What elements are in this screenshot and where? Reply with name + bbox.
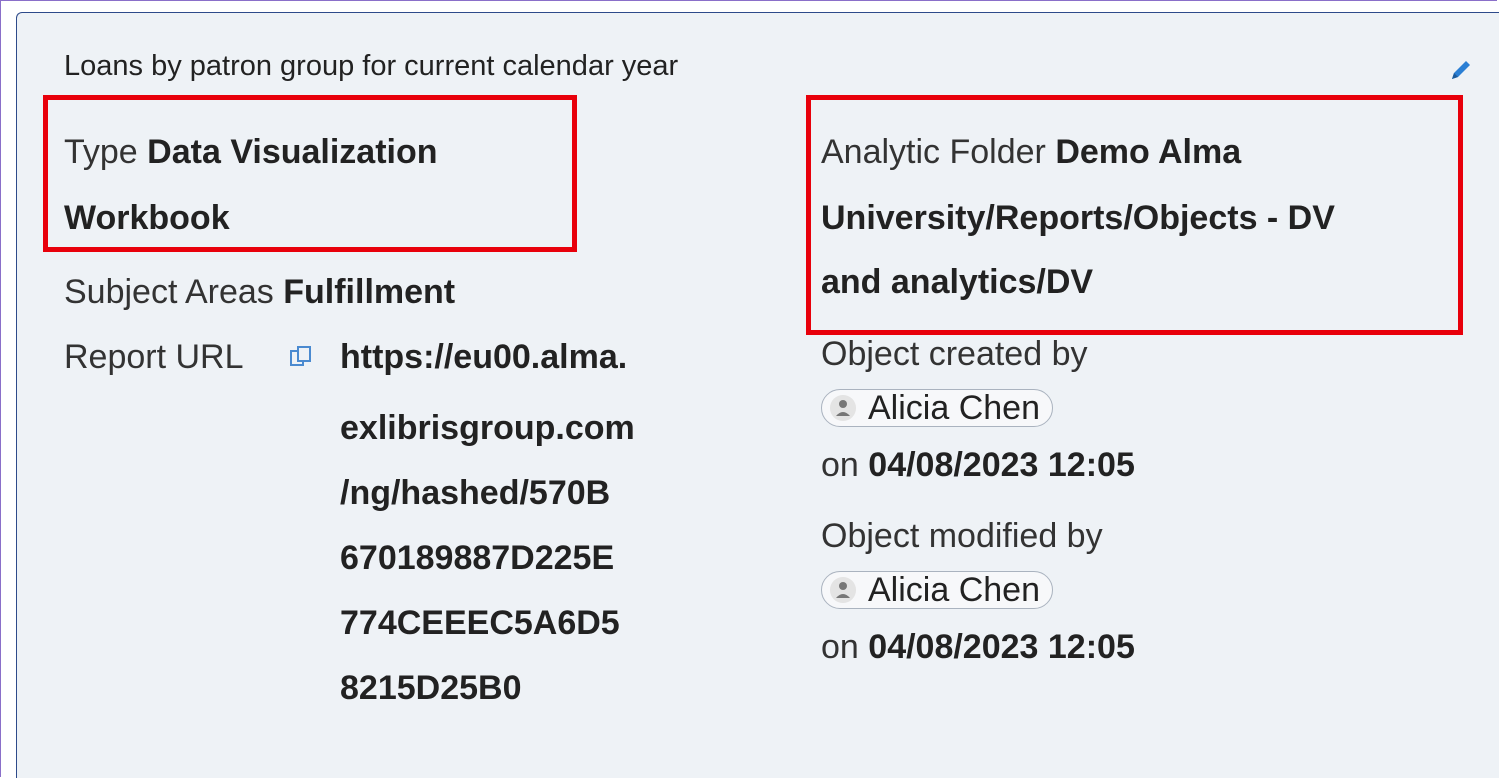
object-created-label: Object created by	[821, 335, 1088, 373]
type-highlight-box	[43, 95, 577, 252]
user-icon	[830, 577, 856, 603]
report-url-line[interactable]: 670189887D225E	[340, 538, 614, 578]
created-on-value: 04/08/2023 12:05	[868, 446, 1135, 484]
subject-areas-value: Fulfillment	[283, 273, 456, 311]
report-url-label-row: Report URL	[64, 337, 244, 377]
pencil-icon[interactable]	[1446, 55, 1476, 85]
created-on-label: on	[821, 446, 859, 484]
subject-areas-row: Subject Areas Fulfillment	[64, 272, 455, 312]
report-url-line[interactable]: exlibrisgroup.com	[340, 408, 635, 448]
created-by-user-name: Alicia Chen	[868, 389, 1040, 427]
object-modified-label: Object modified by	[821, 517, 1103, 555]
report-url-line[interactable]: https://eu00.alma.	[340, 337, 627, 377]
user-icon	[830, 395, 856, 421]
analytic-folder-highlight-box	[806, 95, 1463, 335]
modified-on-value: 04/08/2023 12:05	[868, 628, 1135, 666]
copy-icon[interactable]	[288, 344, 314, 370]
created-by-user-chip[interactable]: Alicia Chen	[821, 389, 1053, 427]
report-url-line[interactable]: 8215D25B0	[340, 668, 521, 708]
modified-on-label: on	[821, 628, 859, 666]
report-url-line[interactable]: /ng/hashed/570B	[340, 473, 610, 513]
report-title: Loans by patron group for current calend…	[64, 50, 679, 82]
modified-by-user-name: Alicia Chen	[868, 571, 1040, 609]
modified-on-row: on 04/08/2023 12:05	[821, 627, 1135, 667]
report-url-label: Report URL	[64, 338, 244, 376]
report-url-line[interactable]: 774CEEEC5A6D5	[340, 603, 620, 643]
subject-areas-label: Subject Areas	[64, 273, 274, 311]
modified-by-user-chip[interactable]: Alicia Chen	[821, 571, 1053, 609]
created-on-row: on 04/08/2023 12:05	[821, 445, 1135, 485]
